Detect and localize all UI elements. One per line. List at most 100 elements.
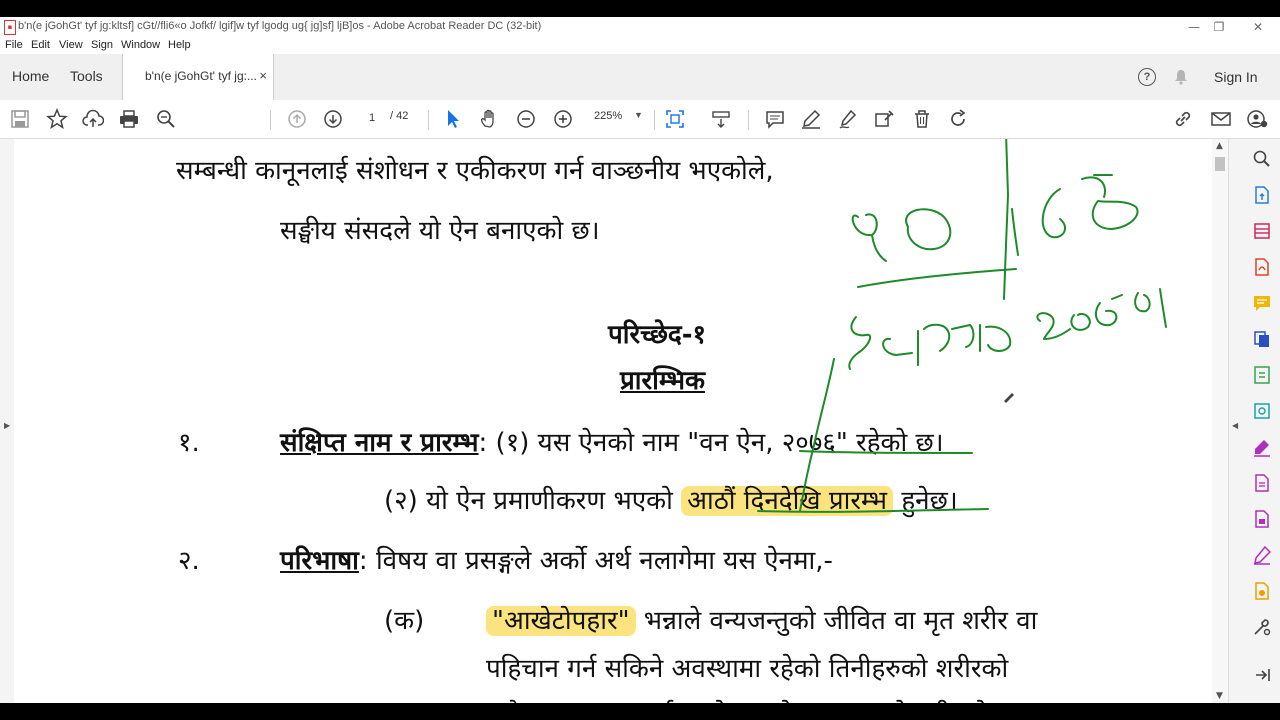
sign-in-button[interactable]: Sign In — [1214, 69, 1258, 85]
bookmark-star-icon[interactable] — [46, 108, 68, 130]
help-icon[interactable]: ? — [1138, 68, 1156, 86]
page-fit-icon[interactable] — [664, 108, 686, 130]
minimize-button[interactable]: — — [1182, 19, 1206, 35]
document-viewer[interactable]: ▶ सम्बन्धी कानूनलाई संशोधन र एकीकरण गर्न… — [0, 139, 1228, 703]
collapse-right-pane-icon[interactable]: ◀ — [1232, 421, 1238, 430]
scroll-mode-icon[interactable] — [710, 108, 732, 130]
section-1-2-post: हुनेछ। — [893, 486, 958, 516]
section-1-text-pre: (१) यस ऐनको नाम " — [487, 428, 700, 458]
search-zoom-icon[interactable] — [155, 108, 177, 130]
scroll-down-icon[interactable]: ▼ — [1216, 691, 1223, 701]
doc-line-1: सम्बन्धी कानूनलाई संशोधन र एकीकरण गर्न व… — [176, 156, 774, 186]
more-tools-icon[interactable] — [1252, 617, 1272, 637]
section-1-line: संक्षिप्त नाम र प्रारम्भ: (१) यस ऐनको ना… — [280, 423, 944, 459]
chapter-heading: परिच्छेद-१ — [608, 320, 707, 350]
enhance-scan-icon[interactable] — [1252, 401, 1272, 421]
zoom-in-icon[interactable] — [552, 108, 574, 130]
zoom-level-input[interactable]: 225% — [594, 110, 622, 122]
clause-ka-line-1: "आखेटोपहार" भन्नाले वन्यजन्तुको जीवित वा… — [486, 601, 1037, 637]
notification-bell-icon[interactable] — [1174, 69, 1188, 88]
email-icon[interactable] — [1210, 108, 1232, 130]
section-2-line: परिभाषा: विषय वा प्रसङ्गले अर्को अर्थ नल… — [280, 541, 833, 577]
delete-trash-icon[interactable] — [911, 108, 933, 130]
toolbar-divider — [748, 110, 749, 130]
vertical-scrollbar[interactable]: ▲ ▼ — [1212, 139, 1228, 703]
search-tool-icon[interactable] — [1252, 149, 1272, 169]
select-cursor-icon[interactable] — [442, 108, 464, 130]
scrollbar-thumb[interactable] — [1215, 157, 1225, 171]
expand-left-icon[interactable]: ▶ — [4, 421, 10, 430]
doc-line-2: सङ्घीय संसदले यो ऐन बनाएको छ। — [280, 216, 600, 246]
clause-ka-text-1: भन्नाले वन्यजन्तुको जीवित वा मृत शरीर वा — [635, 606, 1038, 636]
export-pdf-icon[interactable] — [1252, 185, 1272, 205]
toolbar-divider — [428, 110, 429, 130]
clause-ka-line-3: कुनै अङ्ग सम्झनु पर्छ र सो शब्दले वन्यजन… — [486, 695, 988, 703]
rotate-undo-icon[interactable] — [947, 108, 969, 130]
hand-tool-icon[interactable] — [478, 108, 500, 130]
chapter-title: प्रारम्भिक — [620, 366, 705, 396]
section-1-number: १. — [178, 428, 200, 458]
highlighted-commencement: आठौं दिनदेखि प्रारम्भ — [681, 486, 894, 516]
toolbar-divider — [270, 110, 271, 130]
zoom-dropdown-icon[interactable]: ▼ — [634, 110, 643, 120]
menu-view[interactable]: View — [59, 39, 83, 51]
clause-ka-label: (क) — [384, 606, 425, 636]
tab-tools[interactable]: Tools — [70, 68, 103, 84]
section-1-heading: संक्षिप्त नाम र प्रारम्भ — [280, 428, 479, 458]
draw-freehand-icon[interactable] — [837, 108, 859, 130]
collapse-tools-icon[interactable] — [1252, 665, 1272, 685]
document-tab-label: b'n(e jGohGt' tyf jg:... — [145, 69, 257, 83]
menu-edit[interactable]: Edit — [31, 39, 50, 51]
menu-sign[interactable]: Sign — [91, 39, 113, 51]
title-bar: ▪ b'n(e jGohGt' tyf jg:kltsf] cGt//fli6«… — [0, 17, 1280, 37]
comment-icon[interactable] — [764, 108, 786, 130]
right-tools-pane: ◀ — [1228, 139, 1280, 703]
close-window-button[interactable]: ✕ — [1246, 19, 1270, 35]
menu-window[interactable]: Window — [121, 39, 160, 51]
acrobat-window: ▪ b'n(e jGohGt' tyf jg:kltsf] cGt//fli6«… — [0, 17, 1280, 703]
restore-button[interactable]: ❐ — [1207, 19, 1231, 35]
fill-sign-icon[interactable] — [1252, 437, 1272, 457]
create-pdf-icon[interactable] — [1252, 257, 1272, 277]
section-1-colon: : — [478, 428, 488, 458]
section-1-2-line: (२) यो ऐन प्रमाणीकरण भएको आठौं दिनदेखि प… — [384, 481, 958, 517]
page-number-input[interactable]: 1 — [358, 109, 386, 127]
tab-document[interactable]: b'n(e jGohGt' tyf jg:... × — [122, 54, 274, 100]
window-title: b'n(e jGohGt' tyf jg:kltsf] cGt//fli6«o … — [18, 20, 542, 32]
section-1-2-pre: (२) यो ऐन प्रमाणीकरण भएको — [384, 486, 682, 516]
main-toolbar: 1 / 42 225% ▼ — [0, 100, 1280, 139]
left-pane-toggle[interactable]: ▶ — [0, 139, 14, 703]
section-2-heading: परिभाषा — [280, 546, 359, 576]
section-2-text: : विषय वा प्रसङ्गले अर्को अर्थ नलागेमा य… — [358, 546, 833, 576]
print-icon[interactable] — [118, 108, 140, 130]
toolbar-divider — [654, 110, 655, 130]
clause-ka-line-2: पहिचान गर्न सकिने अवस्थामा रहेको तिनीहरु… — [486, 654, 1009, 684]
share-user-icon[interactable] — [1246, 108, 1268, 130]
edit-pdf-icon[interactable] — [1252, 473, 1272, 493]
organize-pages-icon[interactable] — [1252, 221, 1272, 241]
next-page-icon[interactable] — [322, 108, 344, 130]
page-total: / 42 — [390, 110, 409, 122]
tab-home[interactable]: Home — [12, 68, 49, 84]
menu-bar: File Edit View Sign Window Help — [0, 37, 1280, 54]
compress-pdf-icon[interactable] — [1252, 365, 1272, 385]
zoom-out-icon[interactable] — [515, 108, 537, 130]
save-icon[interactable] — [9, 108, 31, 130]
upload-cloud-icon[interactable] — [82, 108, 105, 130]
pdf-app-icon: ▪ — [4, 20, 16, 35]
prev-page-icon[interactable] — [286, 108, 308, 130]
request-signature-icon[interactable] — [1252, 545, 1272, 565]
comment-tool-icon[interactable] — [1252, 293, 1272, 313]
close-tab-icon[interactable]: × — [259, 68, 267, 83]
combine-files-icon[interactable] — [1252, 329, 1272, 349]
send-review-icon[interactable] — [1252, 581, 1272, 601]
scroll-up-icon[interactable]: ▲ — [1216, 141, 1223, 151]
protect-pdf-icon[interactable] — [1252, 509, 1272, 529]
highlighted-term: "आखेटोपहार" — [486, 606, 636, 636]
menu-file[interactable]: File — [5, 39, 23, 51]
link-share-icon[interactable] — [1172, 108, 1194, 130]
menu-help[interactable]: Help — [168, 39, 191, 51]
edit-stamp-icon[interactable] — [873, 108, 895, 130]
highlight-pen-icon[interactable] — [800, 108, 822, 130]
tab-bar: Home Tools b'n(e jGohGt' tyf jg:... × ? … — [0, 54, 1280, 101]
